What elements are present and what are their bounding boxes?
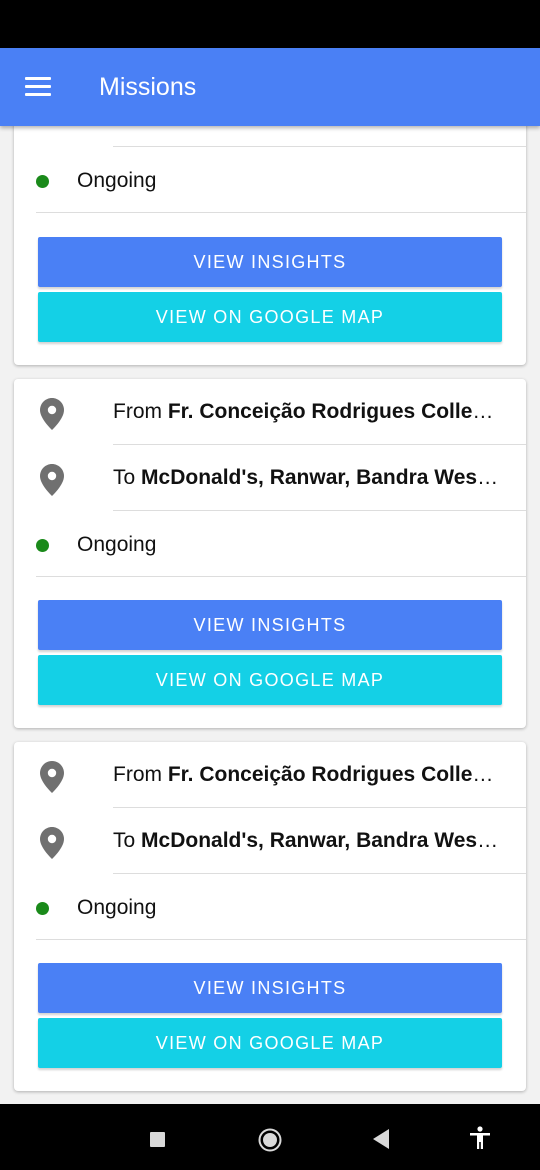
status-bar: [0, 0, 540, 48]
app-bar: Missions: [0, 48, 540, 126]
from-row: From Fr. Conceição Rodrigues College of …: [14, 742, 526, 808]
view-insights-button[interactable]: VIEW INSIGHTS: [38, 600, 502, 650]
from-place: Fr. Conceição Rodrigues College of Engin…: [167, 763, 505, 786]
status-dot: [36, 539, 49, 552]
status-row: Ongoing: [14, 511, 526, 577]
from-text: From Fr. Conceição Rodrigues College of …: [113, 762, 505, 788]
view-on-map-button[interactable]: VIEW ON GOOGLE MAP: [38, 1018, 502, 1068]
to-text: To McDonald's, Ranwar, Bandra West, Mumb…: [113, 828, 505, 854]
status-row: Ongoing: [14, 147, 526, 213]
view-on-map-button[interactable]: VIEW ON GOOGLE MAP: [38, 655, 502, 705]
mission-card: From Fr. Conceição Rodrigues College of …: [14, 742, 526, 1091]
view-on-map-button[interactable]: VIEW ON GOOGLE MAP: [38, 292, 502, 342]
missions-list[interactable]: Ongoing VIEW INSIGHTS VIEW ON GOOGLE MAP…: [0, 126, 540, 1104]
accessibility-icon[interactable]: [469, 1126, 491, 1150]
from-text: From Fr. Conceição Rodrigues College of …: [113, 399, 505, 425]
location-pin-icon: [40, 464, 64, 496]
status-text: Ongoing: [77, 896, 157, 919]
status-text: Ongoing: [77, 169, 157, 192]
divider: [36, 939, 526, 940]
triangle-back-icon[interactable]: [372, 1128, 390, 1150]
view-insights-button[interactable]: VIEW INSIGHTS: [38, 963, 502, 1013]
menu-icon[interactable]: [25, 77, 51, 97]
page-title: Missions: [99, 73, 197, 101]
mission-card: From Fr. Conceição Rodrigues College of …: [14, 379, 526, 728]
to-row: To McDonald's, Ranwar, Bandra West, Mumb…: [14, 445, 526, 511]
status-dot: [36, 175, 49, 188]
status-dot: [36, 902, 49, 915]
to-text: To McDonald's, Ranwar, Bandra West, Mumb…: [113, 465, 505, 491]
circle-home-icon[interactable]: [258, 1128, 282, 1152]
status-text: Ongoing: [77, 533, 157, 556]
from-place: Fr. Conceição Rodrigues College of Engin…: [167, 400, 505, 423]
divider: [36, 212, 526, 213]
location-pin-icon: [40, 827, 64, 859]
to-place: McDonald's, Ranwar, Bandra West, Mumbai: [141, 466, 505, 489]
to-place: McDonald's, Ranwar, Bandra West, Mumbai: [141, 829, 505, 852]
location-pin-icon: [40, 761, 64, 793]
divider: [36, 576, 526, 577]
status-row: Ongoing: [14, 874, 526, 940]
system-nav-bar: [0, 1104, 540, 1170]
mission-card: Ongoing VIEW INSIGHTS VIEW ON GOOGLE MAP: [14, 126, 526, 365]
square-recents-icon[interactable]: [150, 1132, 165, 1147]
card-partial-header: [14, 126, 526, 147]
location-pin-icon: [40, 398, 64, 430]
view-insights-button[interactable]: VIEW INSIGHTS: [38, 237, 502, 287]
to-row: To McDonald's, Ranwar, Bandra West, Mumb…: [14, 808, 526, 874]
from-row: From Fr. Conceição Rodrigues College of …: [14, 379, 526, 445]
